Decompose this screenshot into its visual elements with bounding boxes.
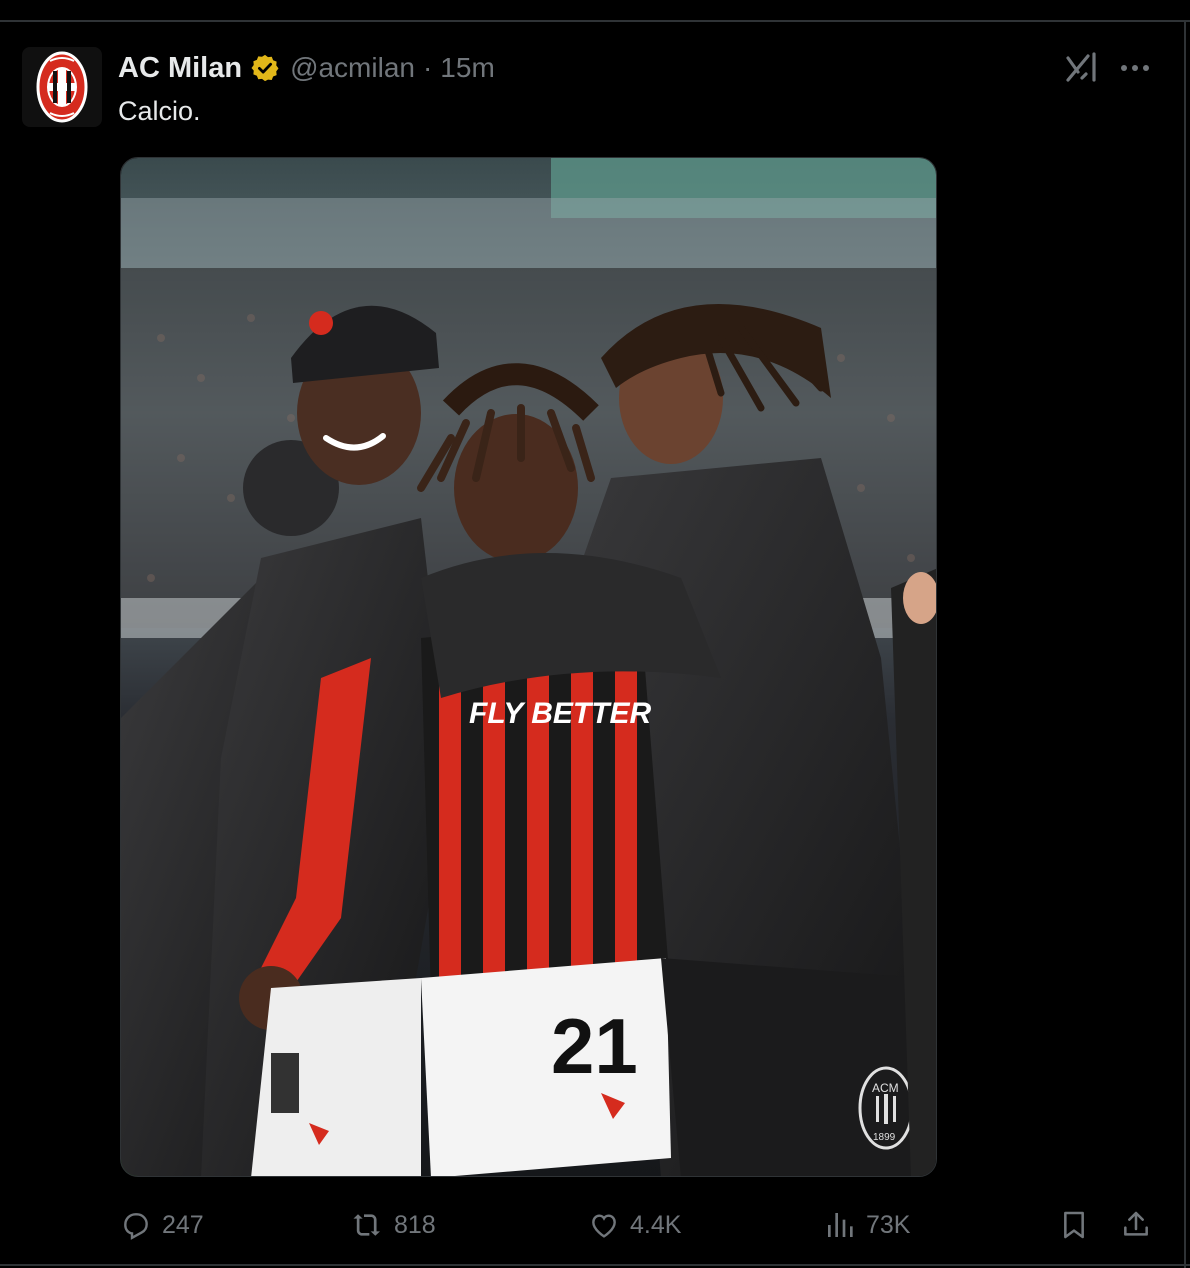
display-name[interactable]: AC Milan xyxy=(118,52,242,85)
divider xyxy=(0,20,1190,22)
tweet-card[interactable]: AC Milan @acmilan · 15m Calcio. FLY BETT… xyxy=(0,0,1190,1268)
reply-icon xyxy=(124,1213,148,1240)
svg-text:ACM: ACM xyxy=(872,1081,899,1095)
svg-text:1899: 1899 xyxy=(873,1132,896,1143)
views-icon xyxy=(828,1213,853,1237)
avatar[interactable] xyxy=(22,47,102,127)
celebration-photo: FLY BETTER 21 ACM 1899 xyxy=(121,158,936,1176)
reply-count: 247 xyxy=(162,1210,204,1239)
retweet-button[interactable]: 818 xyxy=(352,1200,436,1250)
more-icon[interactable] xyxy=(1118,56,1152,80)
divider xyxy=(1184,20,1186,1268)
shorts-number: 21 xyxy=(551,1002,638,1090)
share-button[interactable] xyxy=(1120,1200,1152,1250)
timestamp[interactable]: 15m xyxy=(440,52,494,84)
tweet-text: Calcio. xyxy=(118,96,201,126)
share-icon xyxy=(1124,1211,1148,1236)
retweet-icon xyxy=(353,1214,380,1236)
separator: · xyxy=(422,52,433,83)
acmilan-crest-icon xyxy=(36,51,88,123)
tweet-photo[interactable]: FLY BETTER 21 ACM 1899 xyxy=(120,157,937,1177)
reply-button[interactable]: 247 xyxy=(120,1200,204,1250)
tweet-actions: 247 818 4.4K 73K xyxy=(0,1200,1190,1250)
retweet-count: 818 xyxy=(394,1210,436,1239)
jersey-sponsor: FLY BETTER xyxy=(469,697,652,730)
like-icon xyxy=(592,1214,616,1238)
view-count: 73K xyxy=(866,1210,911,1239)
handle[interactable]: @acmilan xyxy=(290,52,415,84)
like-button[interactable]: 4.4K xyxy=(588,1200,681,1250)
divider xyxy=(0,1264,1190,1266)
grok-icon[interactable] xyxy=(1064,50,1100,86)
verified-badge-icon[interactable] xyxy=(250,53,280,83)
bookmark-icon xyxy=(1064,1211,1084,1239)
tweet-header: AC Milan @acmilan · 15m xyxy=(118,50,495,86)
like-count: 4.4K xyxy=(630,1210,682,1239)
bookmark-button[interactable] xyxy=(1058,1200,1090,1250)
views-button[interactable]: 73K xyxy=(824,1200,910,1250)
